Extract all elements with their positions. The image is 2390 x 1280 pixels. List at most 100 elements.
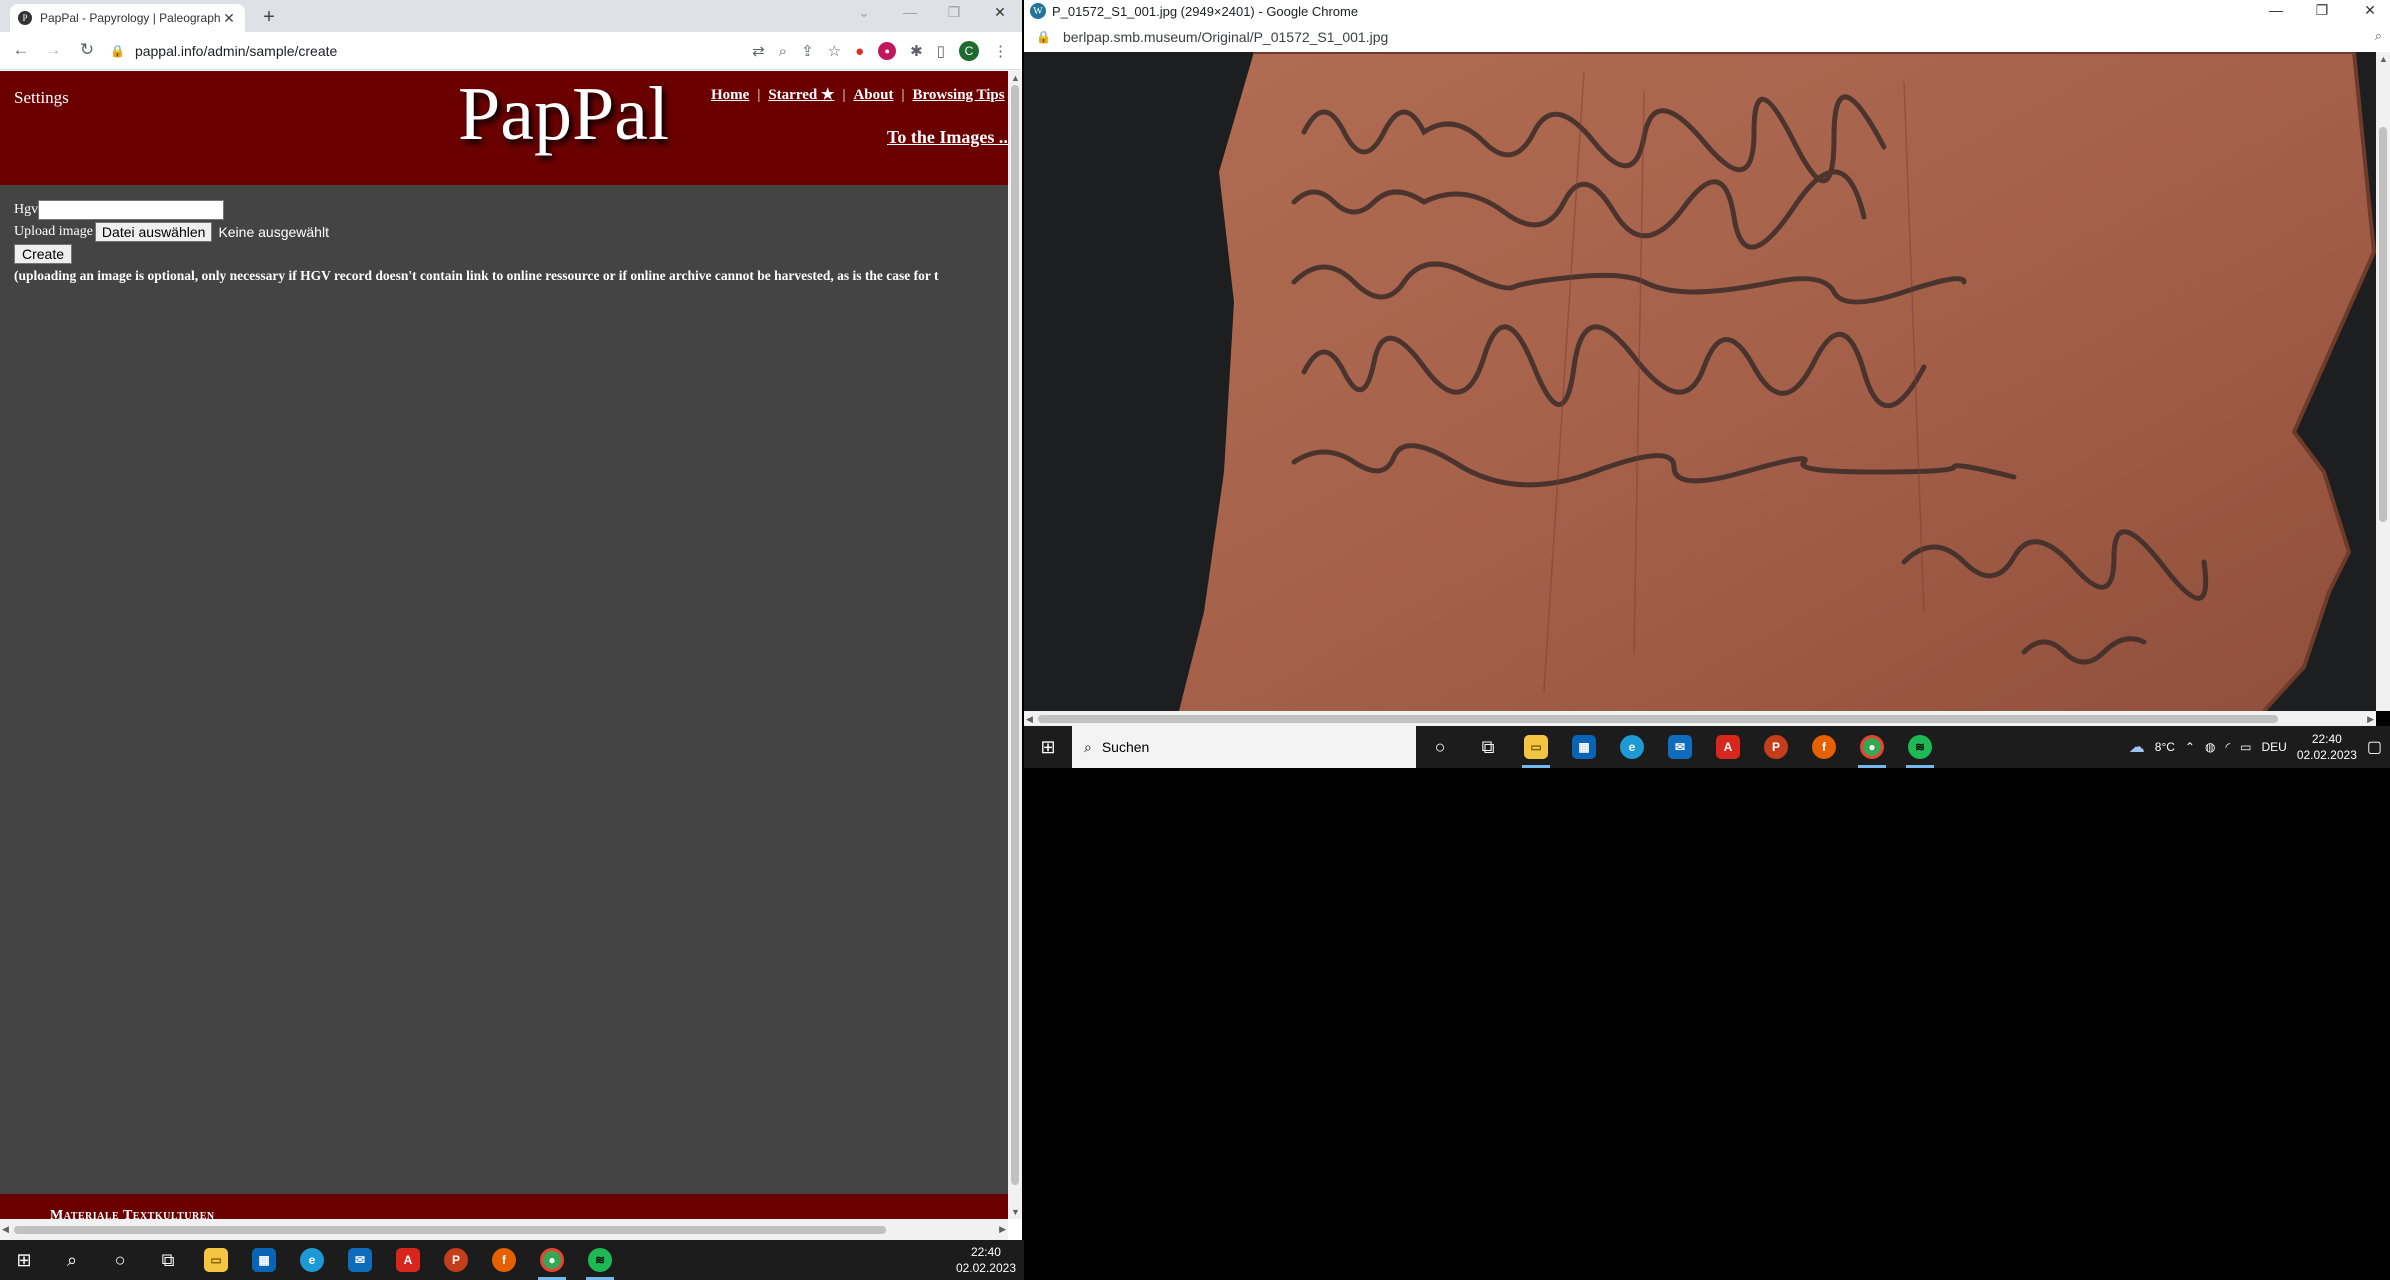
scroll-left-icon[interactable]: ◀ xyxy=(2,1224,9,1235)
weather-cloud-icon[interactable]: ☁ xyxy=(2129,737,2145,757)
ostracon-image[interactable] xyxy=(1024,52,2376,711)
powerpoint-icon[interactable]: P xyxy=(1752,726,1800,768)
extensions-puzzle-icon[interactable]: ✱ xyxy=(910,42,923,60)
left-browser-window: P PapPal - Papyrology | Paleograph ✕ + ⌄… xyxy=(0,0,1022,1240)
chevron-up-icon[interactable]: ⌃ xyxy=(2185,740,2195,754)
task-view-icon[interactable]: ⧉ xyxy=(144,1240,192,1280)
battery-icon[interactable]: ▭ xyxy=(2240,740,2251,754)
firefox-icon[interactable]: f xyxy=(1800,726,1848,768)
nav-starred[interactable]: Starred ★ xyxy=(768,87,834,103)
tab-strip: P PapPal - Papyrology | Paleograph ✕ + ⌄… xyxy=(0,0,1022,32)
tab-search-icon[interactable]: ⌄ xyxy=(852,4,876,21)
page-viewport: Settings PapPal Home | Starred ★ | About | Bro… xyxy=(0,71,1008,1219)
nav-about[interactable]: About xyxy=(853,87,893,103)
right-horizontal-scroll-thumb[interactable] xyxy=(1038,715,2278,723)
share-icon[interactable]: ⇪ xyxy=(801,42,814,60)
menu-kebab-icon[interactable]: ⋮ xyxy=(993,42,1008,60)
cortana-icon[interactable]: ○ xyxy=(96,1240,144,1280)
store-icon[interactable]: ▦ xyxy=(1560,726,1608,768)
windows-start-icon[interactable]: ⊞ xyxy=(0,1240,48,1280)
file-explorer-icon[interactable]: ▭ xyxy=(192,1240,240,1280)
task-view-icon[interactable]: ⧉ xyxy=(1464,726,1512,768)
extension-pink-icon[interactable]: ● xyxy=(878,42,897,60)
zoom-icon[interactable]: ⌕ xyxy=(2375,28,2382,44)
right-vertical-scrollbar[interactable]: ▲ xyxy=(2376,52,2390,711)
edge-icon[interactable]: e xyxy=(288,1240,336,1280)
image-viewport[interactable] xyxy=(1024,52,2376,711)
scroll-right-icon[interactable]: ▶ xyxy=(999,1224,1006,1235)
reload-button[interactable]: ↻ xyxy=(76,40,98,60)
new-tab-button[interactable]: + xyxy=(258,6,280,29)
minimize-button[interactable]: — xyxy=(898,4,922,20)
side-panel-icon[interactable]: ▯ xyxy=(937,42,945,60)
system-tray: ☁ 8°C ⌃ ◍ ◜ ▭ DEU 22:40 02.02.2023 ▢ xyxy=(2129,726,2390,768)
main-taskbar: ⊞ ⌕ ○ ⧉ ▭ ▦ e ✉ A P f ● ≋ 22:40 02.02.20… xyxy=(0,1240,1024,1280)
spotify-icon[interactable]: ≋ xyxy=(1896,726,1944,768)
clock[interactable]: 22:40 02.02.2023 xyxy=(956,1244,1016,1276)
store-icon[interactable]: ▦ xyxy=(240,1240,288,1280)
edge-icon[interactable]: e xyxy=(1608,726,1656,768)
horizontal-scrollbar[interactable]: ◀ ▶ xyxy=(0,1219,1008,1240)
right-close-button[interactable]: ✕ xyxy=(2358,2,2382,19)
search-placeholder: Suchen xyxy=(1101,739,1150,755)
settings-link[interactable]: Settings xyxy=(14,88,69,108)
profile-avatar[interactable]: C xyxy=(959,41,979,61)
taskbar-search-box[interactable]: ⌕ Suchen xyxy=(1072,726,1416,768)
cortana-icon[interactable]: ○ xyxy=(1416,726,1464,768)
close-tab-icon[interactable]: ✕ xyxy=(221,10,237,27)
acrobat-icon[interactable]: A xyxy=(1704,726,1752,768)
nav-home[interactable]: Home xyxy=(711,87,749,103)
windows-start-icon[interactable]: ⊞ xyxy=(1024,726,1072,768)
forward-button[interactable]: → xyxy=(42,40,64,60)
bookmark-star-icon[interactable]: ☆ xyxy=(828,42,841,60)
clock-time: 22:40 xyxy=(970,1245,1001,1259)
restore-button[interactable]: ❐ xyxy=(942,4,966,21)
file-explorer-icon[interactable]: ▭ xyxy=(1512,726,1560,768)
scroll-right-icon[interactable]: ▶ xyxy=(2367,714,2374,725)
language-indicator[interactable]: DEU xyxy=(2261,740,2286,754)
chrome-icon[interactable]: ● xyxy=(528,1240,576,1280)
right-horizontal-scrollbar[interactable]: ◀ ▶ xyxy=(1024,711,2376,726)
search-icon[interactable]: ⌕ xyxy=(48,1240,96,1280)
right-restore-button[interactable]: ❐ xyxy=(2310,2,2334,19)
chrome-icon[interactable]: ● xyxy=(1848,726,1896,768)
tab-title: PapPal - Papyrology | Paleograph xyxy=(40,11,221,25)
choose-file-button[interactable]: Datei auswählen xyxy=(94,222,213,242)
nav-browsing-tips[interactable]: Browsing Tips xyxy=(912,87,1004,103)
right-browser-window: W P_01572_S1_001.jpg (2949×2401) - Googl… xyxy=(1024,0,2390,768)
vertical-scroll-thumb[interactable] xyxy=(1011,85,1019,1185)
hgv-input[interactable] xyxy=(38,200,225,220)
scroll-up-icon[interactable]: ▲ xyxy=(1011,73,1020,83)
extension-red-icon[interactable]: ● xyxy=(855,43,864,60)
acrobat-icon[interactable]: A xyxy=(384,1240,432,1280)
close-window-button[interactable]: ✕ xyxy=(988,4,1012,21)
clock[interactable]: 22:40 02.02.2023 xyxy=(2297,731,2357,763)
temperature[interactable]: 8°C xyxy=(2155,740,2175,754)
notification-icon[interactable]: ▢ xyxy=(2367,737,2382,757)
tab-pappal[interactable]: P PapPal - Papyrology | Paleograph ✕ xyxy=(10,4,245,32)
translate-icon[interactable]: ⇄ xyxy=(752,42,765,60)
right-address-bar[interactable]: 🔒 berlpap.smb.museum/Original/P_01572_S1… xyxy=(1024,22,2390,52)
scroll-left-icon[interactable]: ◀ xyxy=(1026,714,1033,725)
scroll-down-icon[interactable]: ▼ xyxy=(1011,1207,1020,1217)
spotify-icon[interactable]: ≋ xyxy=(576,1240,624,1280)
scroll-up-icon[interactable]: ▲ xyxy=(2379,54,2388,64)
zoom-icon[interactable]: ⌕ xyxy=(779,43,787,60)
clock-date: 02.02.2023 xyxy=(2296,748,2357,762)
wifi-icon[interactable]: ◜ xyxy=(2225,740,2230,754)
wordpress-favicon-icon: W xyxy=(1030,3,1046,19)
right-vertical-scroll-thumb[interactable] xyxy=(2379,127,2387,522)
horizontal-scroll-thumb[interactable] xyxy=(14,1226,886,1234)
mail-icon[interactable]: ✉ xyxy=(1656,726,1704,768)
firefox-icon[interactable]: f xyxy=(480,1240,528,1280)
back-button[interactable]: ← xyxy=(10,40,32,60)
clock-date: 02.02.2023 xyxy=(955,1261,1016,1275)
right-minimize-button[interactable]: — xyxy=(2264,2,2288,18)
create-button[interactable]: Create xyxy=(14,244,73,264)
to-the-images-link[interactable]: To the Images ... xyxy=(887,127,1008,148)
powerpoint-icon[interactable]: P xyxy=(432,1240,480,1280)
mail-icon[interactable]: ✉ xyxy=(336,1240,384,1280)
network-icon[interactable]: ◍ xyxy=(2205,740,2215,754)
vertical-scrollbar[interactable]: ▲ ▼ xyxy=(1008,71,1022,1219)
site-logo[interactable]: PapPal xyxy=(458,71,669,158)
